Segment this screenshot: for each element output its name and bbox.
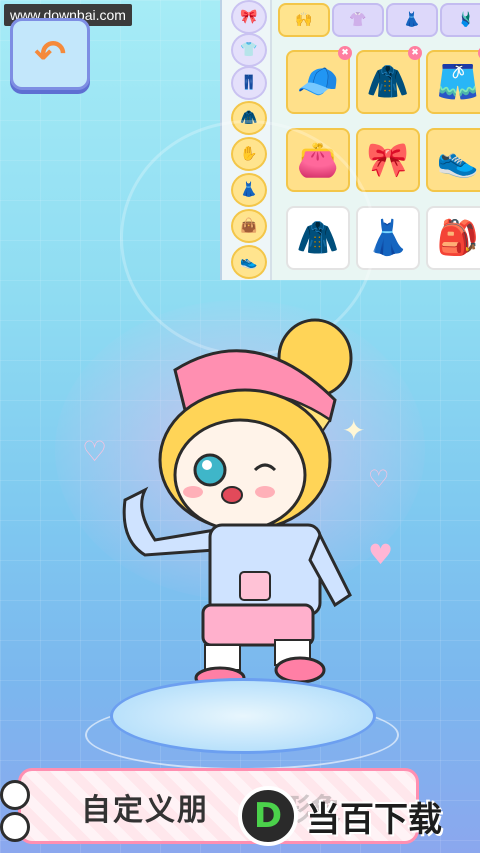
dress-tab-icon: 👗	[403, 12, 421, 28]
backpack-icon: 🎒	[436, 218, 480, 258]
category-pants-button[interactable]: 👖	[231, 66, 267, 100]
pink-shorts-icon: 🩳	[436, 62, 480, 102]
pink-shoes-icon: 👟	[436, 140, 480, 180]
site-logo: D 当百下载	[238, 786, 442, 846]
tab-dress[interactable]: 👗	[386, 3, 438, 37]
bow-icon: 🎀	[366, 140, 410, 180]
binder-ring-icon	[0, 780, 30, 810]
binder-ring-icon	[0, 812, 30, 842]
item-backpack[interactable]: 🎒	[426, 206, 480, 270]
category-hat-button[interactable]: 🎀	[231, 0, 267, 34]
character-avatar[interactable]	[115, 310, 365, 690]
logo-mark-icon: D	[238, 786, 298, 846]
item-bow[interactable]: 🎀	[356, 128, 420, 192]
back-button[interactable]: ↶	[10, 18, 90, 90]
caption-text: 自定义朋	[81, 793, 209, 828]
pants-icon: 👖	[240, 75, 258, 91]
remove-badge-icon[interactable]: ✖	[408, 46, 422, 60]
blue-jacket-icon: 🧥	[366, 62, 410, 102]
skirt-tab-icon: 🩱	[457, 12, 475, 28]
item-pink-cap[interactable]: 🧢 ✖	[286, 46, 352, 114]
category-top-button[interactable]: 👕	[231, 33, 267, 67]
logo-text: 当百下载	[306, 799, 442, 840]
pedestal	[110, 678, 376, 754]
top-icon: 👕	[240, 42, 258, 58]
tab-hands[interactable]: 🙌	[278, 3, 330, 37]
tab-skirt[interactable]: 🩱	[440, 3, 480, 37]
tab-shirt[interactable]: 👚	[332, 3, 384, 37]
heart-icon: ♡	[368, 465, 390, 493]
heart-icon: ♥	[368, 538, 394, 571]
shirt-tab-icon: 👚	[349, 12, 367, 28]
heart-icon: ♡	[82, 435, 108, 468]
remove-badge-icon[interactable]: ✖	[338, 46, 352, 60]
back-arrow-icon: ↶	[34, 32, 66, 76]
hands-tab-icon: 🙌	[295, 12, 313, 28]
item-pink-shorts[interactable]: 🩳✖	[426, 46, 480, 114]
item-pink-shoes[interactable]: 👟	[426, 128, 480, 192]
hat-icon: 🎀	[240, 9, 258, 25]
pink-cap-icon: 🧢	[296, 62, 340, 102]
item-blue-jacket[interactable]: 🧥 ✖	[356, 46, 422, 114]
